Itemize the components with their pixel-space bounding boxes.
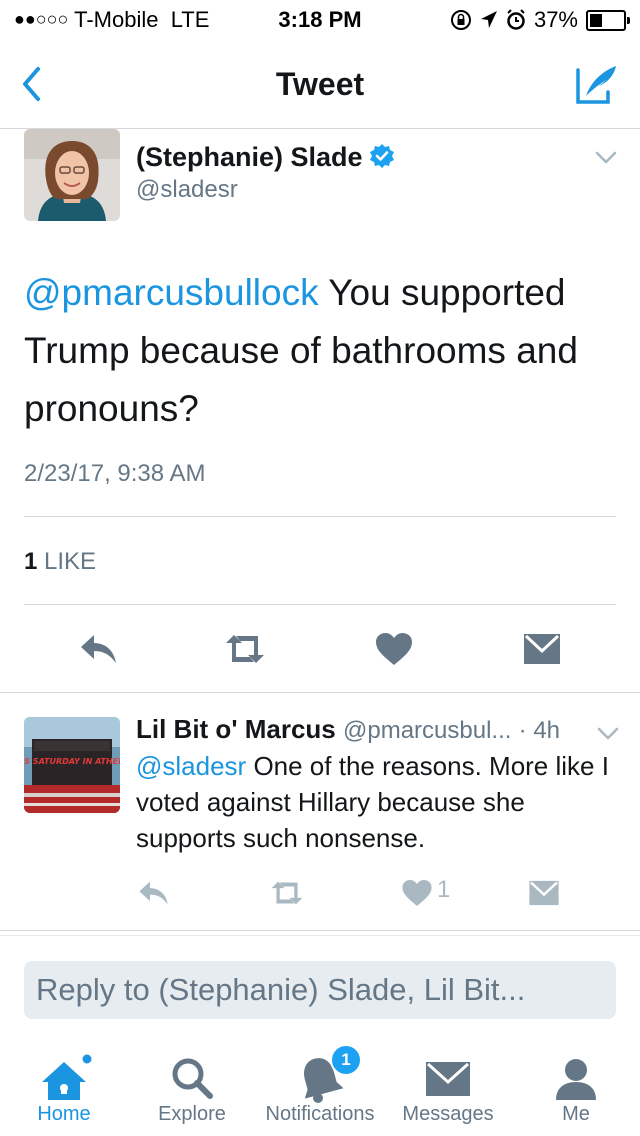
verified-badge-icon xyxy=(369,144,394,168)
alarm-icon xyxy=(507,9,525,30)
reply-composer xyxy=(24,961,616,1019)
home-icon xyxy=(42,1054,92,1100)
chevron-down-icon[interactable] xyxy=(594,150,618,166)
chevron-down-icon[interactable] xyxy=(596,726,620,742)
battery-icon xyxy=(586,9,630,31)
like-count-number: 1 xyxy=(24,548,38,575)
tab-notifications[interactable]: 1 Notifications xyxy=(256,1040,384,1136)
tab-home[interactable]: Home xyxy=(0,1040,128,1136)
tweet-mention-link[interactable]: @pmarcusbullock xyxy=(24,272,319,313)
location-icon xyxy=(480,11,497,28)
tweet-timestamp: 2/23/17, 9:38 AM xyxy=(24,460,206,487)
divider xyxy=(24,516,616,517)
battery-percent: 37% xyxy=(533,7,578,32)
heart-icon[interactable] xyxy=(373,631,415,667)
tab-messages[interactable]: Messages xyxy=(384,1040,512,1136)
direct-message-icon[interactable] xyxy=(527,878,561,908)
reply-header: Lil Bit o' Marcus @pmarcusbul... · 4h xyxy=(136,714,560,745)
divider xyxy=(0,692,640,693)
page-title: Tweet xyxy=(275,66,365,102)
retweet-icon[interactable] xyxy=(224,631,266,667)
tab-me-label: Me xyxy=(562,1103,590,1125)
like-count-label: LIKE xyxy=(37,548,97,575)
notifications-badge: 1 xyxy=(330,1044,362,1076)
tab-explore[interactable]: Explore xyxy=(128,1040,256,1136)
reply-like-count: 1 xyxy=(437,876,451,903)
divider xyxy=(24,604,616,605)
person-icon xyxy=(556,1059,596,1100)
tweet-text: @pmarcusbullock You supported Trump beca… xyxy=(24,264,624,438)
compose-tweet-icon[interactable] xyxy=(574,62,620,106)
author-name[interactable]: (Stephanie) Slade xyxy=(136,142,395,173)
tab-explore-label: Explore xyxy=(158,1103,226,1125)
divider xyxy=(0,935,640,936)
tab-messages-label: Messages xyxy=(402,1103,494,1125)
direct-message-icon[interactable] xyxy=(521,631,563,667)
avatar-scoreboard-text: IT'S SATURDAY IN ATHENS xyxy=(24,757,120,766)
reply-author-name[interactable]: Lil Bit o' Marcus xyxy=(136,714,336,744)
tab-bar: Home Explore 1 Notifications Messages Me xyxy=(0,1040,640,1136)
rotation-lock-icon xyxy=(450,10,471,30)
nav-bar: Tweet xyxy=(0,40,640,129)
envelope-icon xyxy=(426,1062,470,1096)
search-icon xyxy=(172,1058,213,1099)
reply-age: · 4h xyxy=(518,717,561,744)
author-avatar[interactable] xyxy=(24,129,120,221)
avatar-photo xyxy=(24,129,120,221)
author-name-text: (Stephanie) Slade xyxy=(136,142,363,172)
avatar-photo: IT'S SATURDAY IN ATHENS xyxy=(24,717,120,813)
reply-input[interactable] xyxy=(24,961,616,1019)
reply-mention-link[interactable]: @sladesr xyxy=(136,751,246,781)
battery-fill xyxy=(590,13,602,27)
retweet-icon[interactable] xyxy=(270,878,304,908)
reply-icon[interactable] xyxy=(137,878,171,908)
status-right: 37% xyxy=(450,7,630,33)
tab-notifications-label: Notifications xyxy=(265,1103,375,1125)
status-bar: ●●○○○ T-Mobile LTE 3:18 PM 37% xyxy=(0,0,640,40)
tab-me[interactable]: Me xyxy=(512,1040,640,1136)
author-handle[interactable]: @sladesr xyxy=(136,176,238,204)
reply-author-avatar[interactable]: IT'S SATURDAY IN ATHENS xyxy=(24,717,120,813)
tab-home-label: Home xyxy=(37,1103,91,1125)
reply-author-handle[interactable]: @pmarcusbul... xyxy=(343,717,511,744)
reply-text: @sladesr One of the reasons. More like I… xyxy=(136,748,616,856)
reply-icon[interactable] xyxy=(78,631,120,667)
heart-icon[interactable] xyxy=(400,878,434,908)
divider xyxy=(0,930,640,931)
likes-count[interactable]: 1 LIKE xyxy=(24,548,96,576)
